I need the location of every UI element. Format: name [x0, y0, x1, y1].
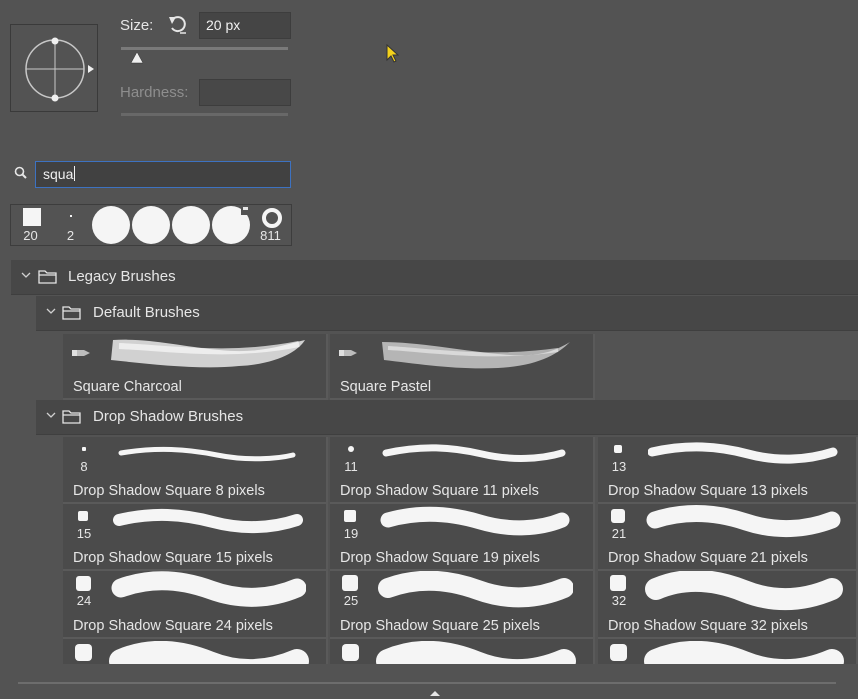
charcoal-stroke [111, 339, 305, 368]
size-label: Size: [120, 17, 154, 34]
recent-brush[interactable]: 2 [51, 205, 90, 245]
folder-icon [38, 270, 57, 284]
recent-brush[interactable] [171, 205, 210, 245]
brush-tile[interactable]: 24 Drop Shadow Square 24 pixels [63, 571, 328, 639]
group-drop-shadow-brushes[interactable]: Drop Shadow Brushes [36, 400, 858, 435]
brush-list: Legacy Brushes Default Brushes Square Ch… [11, 260, 858, 664]
size-slider-thumb[interactable] [130, 51, 144, 68]
slider-thumb[interactable] [430, 683, 440, 699]
chevron-down-icon [21, 272, 31, 278]
recent-brushes-bar: 20 2 811 [10, 204, 292, 246]
group-default-brushes[interactable]: Default Brushes [36, 296, 858, 331]
brush-tile[interactable] [598, 639, 858, 664]
size-slider-track[interactable] [121, 47, 288, 50]
group-legacy-brushes[interactable]: Legacy Brushes [11, 260, 858, 295]
chevron-down-icon [46, 308, 56, 314]
size-field[interactable]: 20 px [199, 12, 291, 39]
brush-tile[interactable] [330, 639, 595, 664]
pencil-icon [339, 350, 357, 356]
search-icon [14, 166, 28, 183]
brush-tile[interactable]: 21 Drop Shadow Square 21 pixels [598, 504, 858, 571]
brush-tile[interactable]: 11 Drop Shadow Square 11 pixels [330, 437, 595, 504]
pencil-icon [72, 350, 90, 356]
brush-angle-preview[interactable] [10, 24, 98, 112]
recent-brush[interactable]: 20 [11, 205, 50, 245]
hardness-label: Hardness: [120, 84, 189, 101]
brush-tile[interactable]: 8 Drop Shadow Square 8 pixels [63, 437, 328, 504]
reset-icon[interactable] [167, 14, 189, 36]
brush-tile[interactable]: 25 Drop Shadow Square 25 pixels [330, 571, 595, 639]
pastel-stroke [382, 342, 570, 369]
mouse-cursor-icon [385, 43, 400, 67]
brush-tile[interactable]: Square Pastel [330, 334, 595, 400]
hardness-field[interactable] [199, 79, 291, 106]
brush-tile[interactable] [63, 639, 328, 664]
user-icon [243, 207, 248, 210]
chevron-down-icon [46, 412, 56, 418]
recent-brush[interactable] [91, 205, 130, 245]
folder-icon [62, 410, 81, 424]
recent-brush[interactable] [211, 205, 251, 245]
folder-icon [62, 306, 81, 320]
recent-brush[interactable]: 811 [251, 205, 290, 245]
brush-tile[interactable]: 32 Drop Shadow Square 32 pixels [598, 571, 858, 639]
brush-search-input[interactable]: squa [35, 161, 291, 188]
brush-tile[interactable]: 13 Drop Shadow Square 13 pixels [598, 437, 858, 504]
angle-roundness-icon [25, 37, 94, 102]
recent-brush[interactable] [131, 205, 170, 245]
preview-size-slider[interactable] [18, 682, 836, 684]
brush-tile[interactable]: 19 Drop Shadow Square 19 pixels [330, 504, 595, 571]
brush-tile[interactable]: Square Charcoal [63, 334, 328, 400]
hardness-slider-track[interactable] [121, 113, 288, 116]
brush-tile[interactable]: 15 Drop Shadow Square 15 pixels [63, 504, 328, 571]
